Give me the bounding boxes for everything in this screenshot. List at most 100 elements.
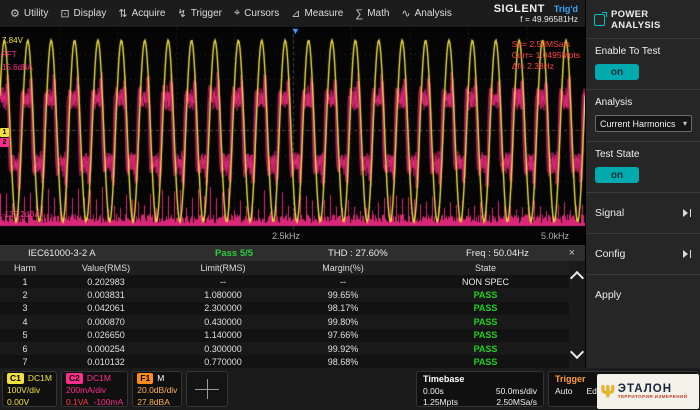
sidebar-item-signal[interactable]: Signal bbox=[586, 192, 700, 233]
expand-icon bbox=[683, 250, 691, 258]
cell-margin: 98.68% bbox=[284, 357, 402, 367]
trigger-frequency-readout: f = 49.96581Hz bbox=[520, 15, 578, 25]
channel1-tag: C1 bbox=[7, 373, 24, 384]
sidebar-item-apply[interactable]: Apply bbox=[586, 274, 700, 315]
cell-value: 0.010132 bbox=[50, 357, 162, 367]
menu-item[interactable]: ∑ Math bbox=[349, 0, 395, 27]
cell-state: PASS bbox=[402, 290, 569, 300]
cell-harm: 5 bbox=[0, 330, 50, 340]
brand-area: SIGLENT Trig'd f = 49.96581Hz bbox=[494, 3, 581, 25]
cell-limit: -- bbox=[162, 277, 284, 287]
menu-item[interactable]: ⇅ Acquire bbox=[112, 0, 171, 27]
channel2-position-marker[interactable]: 2 bbox=[0, 138, 9, 147]
f1-type: M bbox=[157, 373, 164, 385]
cell-margin: 98.17% bbox=[284, 303, 402, 313]
close-icon[interactable]: × bbox=[567, 248, 577, 259]
cell-state: NON SPEC bbox=[402, 277, 569, 287]
menu-item[interactable]: ⌖ Cursors bbox=[228, 0, 285, 27]
cell-limit: 0.770000 bbox=[162, 357, 284, 367]
menu-item-label: Analysis bbox=[415, 8, 452, 19]
cell-limit: 1.080000 bbox=[162, 290, 284, 300]
cell-margin: 97.66% bbox=[284, 330, 402, 340]
menu-item[interactable]: ⊿ Measure bbox=[285, 0, 349, 27]
cell-state: PASS bbox=[402, 317, 569, 327]
col-margin: Margin(%) bbox=[284, 263, 402, 273]
power-readout: 0.1VA bbox=[66, 397, 89, 409]
oscilloscope-screen: ⚙ Utility ⊡ Display ⇅ Acquire ↯ Trigger … bbox=[0, 0, 700, 410]
status-bar: C1 DC1M 100V/div 0.00V C2 DC1M 200mA/div… bbox=[0, 368, 700, 410]
fft-resolution-readout: Δf= 2.38Hz bbox=[512, 61, 580, 72]
f1-tag: F1 bbox=[137, 373, 153, 384]
trigger-position-marker[interactable]: ▼ bbox=[291, 26, 300, 36]
cell-margin: -- bbox=[284, 277, 402, 287]
table-row[interactable]: 5 0.026650 1.140000 97.66% PASS bbox=[0, 329, 585, 342]
math-icon: ∑ bbox=[355, 8, 363, 20]
cell-state: PASS bbox=[402, 330, 569, 340]
fft-info-overlay: Sa= 2.50MSa/s Curr= 1.0495Mpts Δf= 2.38H… bbox=[512, 39, 580, 72]
test-state-toggle[interactable]: on bbox=[595, 167, 639, 183]
waveform-display[interactable] bbox=[0, 28, 585, 232]
table-header: Harm Value(RMS) Limit(RMS) Margin(%) Sta… bbox=[0, 261, 585, 275]
timebase-delay: 0.00s bbox=[423, 386, 444, 398]
cell-harm: 2 bbox=[0, 290, 50, 300]
frequency-axis-mid-label: 2.5kHz bbox=[272, 231, 300, 241]
table-row[interactable]: 4 0.000870 0.430000 99.80% PASS bbox=[0, 315, 585, 328]
timebase-box[interactable]: Timebase 0.00s 50.0ms/div 1.25Mpts 2.50M… bbox=[416, 371, 544, 407]
table-row[interactable]: 2 0.003831 1.080000 99.65% PASS bbox=[0, 288, 585, 301]
cell-harm: 4 bbox=[0, 317, 50, 327]
menu-item[interactable]: ⊡ Display bbox=[54, 0, 112, 27]
cell-harm: 7 bbox=[0, 357, 50, 367]
cell-state: PASS bbox=[402, 357, 569, 367]
cell-margin: 99.92% bbox=[284, 344, 402, 354]
cell-limit: 0.430000 bbox=[162, 317, 284, 327]
table-row[interactable]: 1 0.202983 -- -- NON SPEC bbox=[0, 275, 585, 288]
test-state-section: Test State on bbox=[586, 141, 700, 192]
f1-offset: 27.8dBA bbox=[137, 397, 177, 409]
cell-harm: 1 bbox=[0, 277, 50, 287]
fft-reference-label: 15.6dBA bbox=[2, 63, 33, 72]
crosshair-button[interactable] bbox=[186, 371, 228, 407]
sidebar-item-config[interactable]: Config bbox=[586, 233, 700, 274]
waveform-area: ▼ 1 2 Sa= 2.50MSa/s Curr= 1.0495Mpts Δf=… bbox=[0, 28, 585, 245]
harmonics-results-panel: IEC61000-3-2 A Pass 5/5 THD : 27.60% Fre… bbox=[0, 245, 585, 368]
trigger-mode: Auto bbox=[555, 386, 573, 398]
apply-label: Apply bbox=[595, 289, 621, 301]
sample-rate-readout: Sa= 2.50MSa/s bbox=[512, 39, 580, 50]
channel2-scale: 200mA/div bbox=[66, 385, 123, 397]
display-icon: ⊡ bbox=[60, 7, 69, 20]
menu-item[interactable]: ↯ Trigger bbox=[171, 0, 228, 27]
enable-to-test-toggle[interactable]: on bbox=[595, 64, 639, 80]
channel2-box[interactable]: C2 DC1M 200mA/div 0.1VA -100mA bbox=[61, 371, 128, 407]
fft-label: FFT bbox=[2, 50, 17, 59]
col-limit: Limit(RMS) bbox=[162, 263, 284, 273]
cell-value: 0.202983 bbox=[50, 277, 162, 287]
menu-item[interactable]: ∿ Analysis bbox=[395, 0, 457, 27]
test-state-label: Test State bbox=[595, 149, 691, 160]
channel1-offset: 0.00V bbox=[7, 397, 52, 409]
analysis-dropdown[interactable]: Current Harmonics ▾ bbox=[595, 115, 692, 132]
col-state: State bbox=[402, 263, 569, 273]
menu-item-label: Acquire bbox=[132, 8, 166, 19]
statusbar-spacer bbox=[232, 371, 412, 407]
cell-state: PASS bbox=[402, 344, 569, 354]
menu-item[interactable]: ⚙ Utility bbox=[4, 0, 54, 27]
cursors-icon: ⌖ bbox=[234, 7, 240, 20]
expand-icon bbox=[683, 209, 691, 217]
channel1-box[interactable]: C1 DC1M 100V/div 0.00V bbox=[2, 371, 57, 407]
scroll-down-icon[interactable] bbox=[570, 345, 584, 359]
menu-item-label: Cursors bbox=[244, 8, 279, 19]
channel1-position-marker[interactable]: 1 bbox=[0, 128, 9, 137]
math-f1-box[interactable]: F1 M 20.0dB/div 27.8dBA bbox=[132, 371, 182, 407]
table-row[interactable]: 3 0.042061 2.300000 98.17% PASS bbox=[0, 302, 585, 315]
cell-margin: 99.80% bbox=[284, 317, 402, 327]
cell-value: 0.000254 bbox=[50, 344, 162, 354]
etalon-tagline: ТЕРРИТОРИЯ ИЗМЕРЕНИЙ bbox=[618, 395, 688, 400]
menu-item-label: Measure bbox=[304, 8, 343, 19]
etalon-watermark: Ψ ЭТАЛОН ТЕРРИТОРИЯ ИЗМЕРЕНИЙ bbox=[597, 374, 699, 409]
table-row[interactable]: 6 0.000254 0.300000 99.92% PASS bbox=[0, 342, 585, 355]
table-row[interactable]: 7 0.010132 0.770000 98.68% PASS bbox=[0, 355, 585, 368]
analysis-selected-value: Current Harmonics bbox=[600, 119, 676, 129]
col-harm: Harm bbox=[0, 263, 50, 273]
scroll-up-icon[interactable] bbox=[570, 271, 584, 285]
power-analysis-icon bbox=[594, 14, 605, 26]
